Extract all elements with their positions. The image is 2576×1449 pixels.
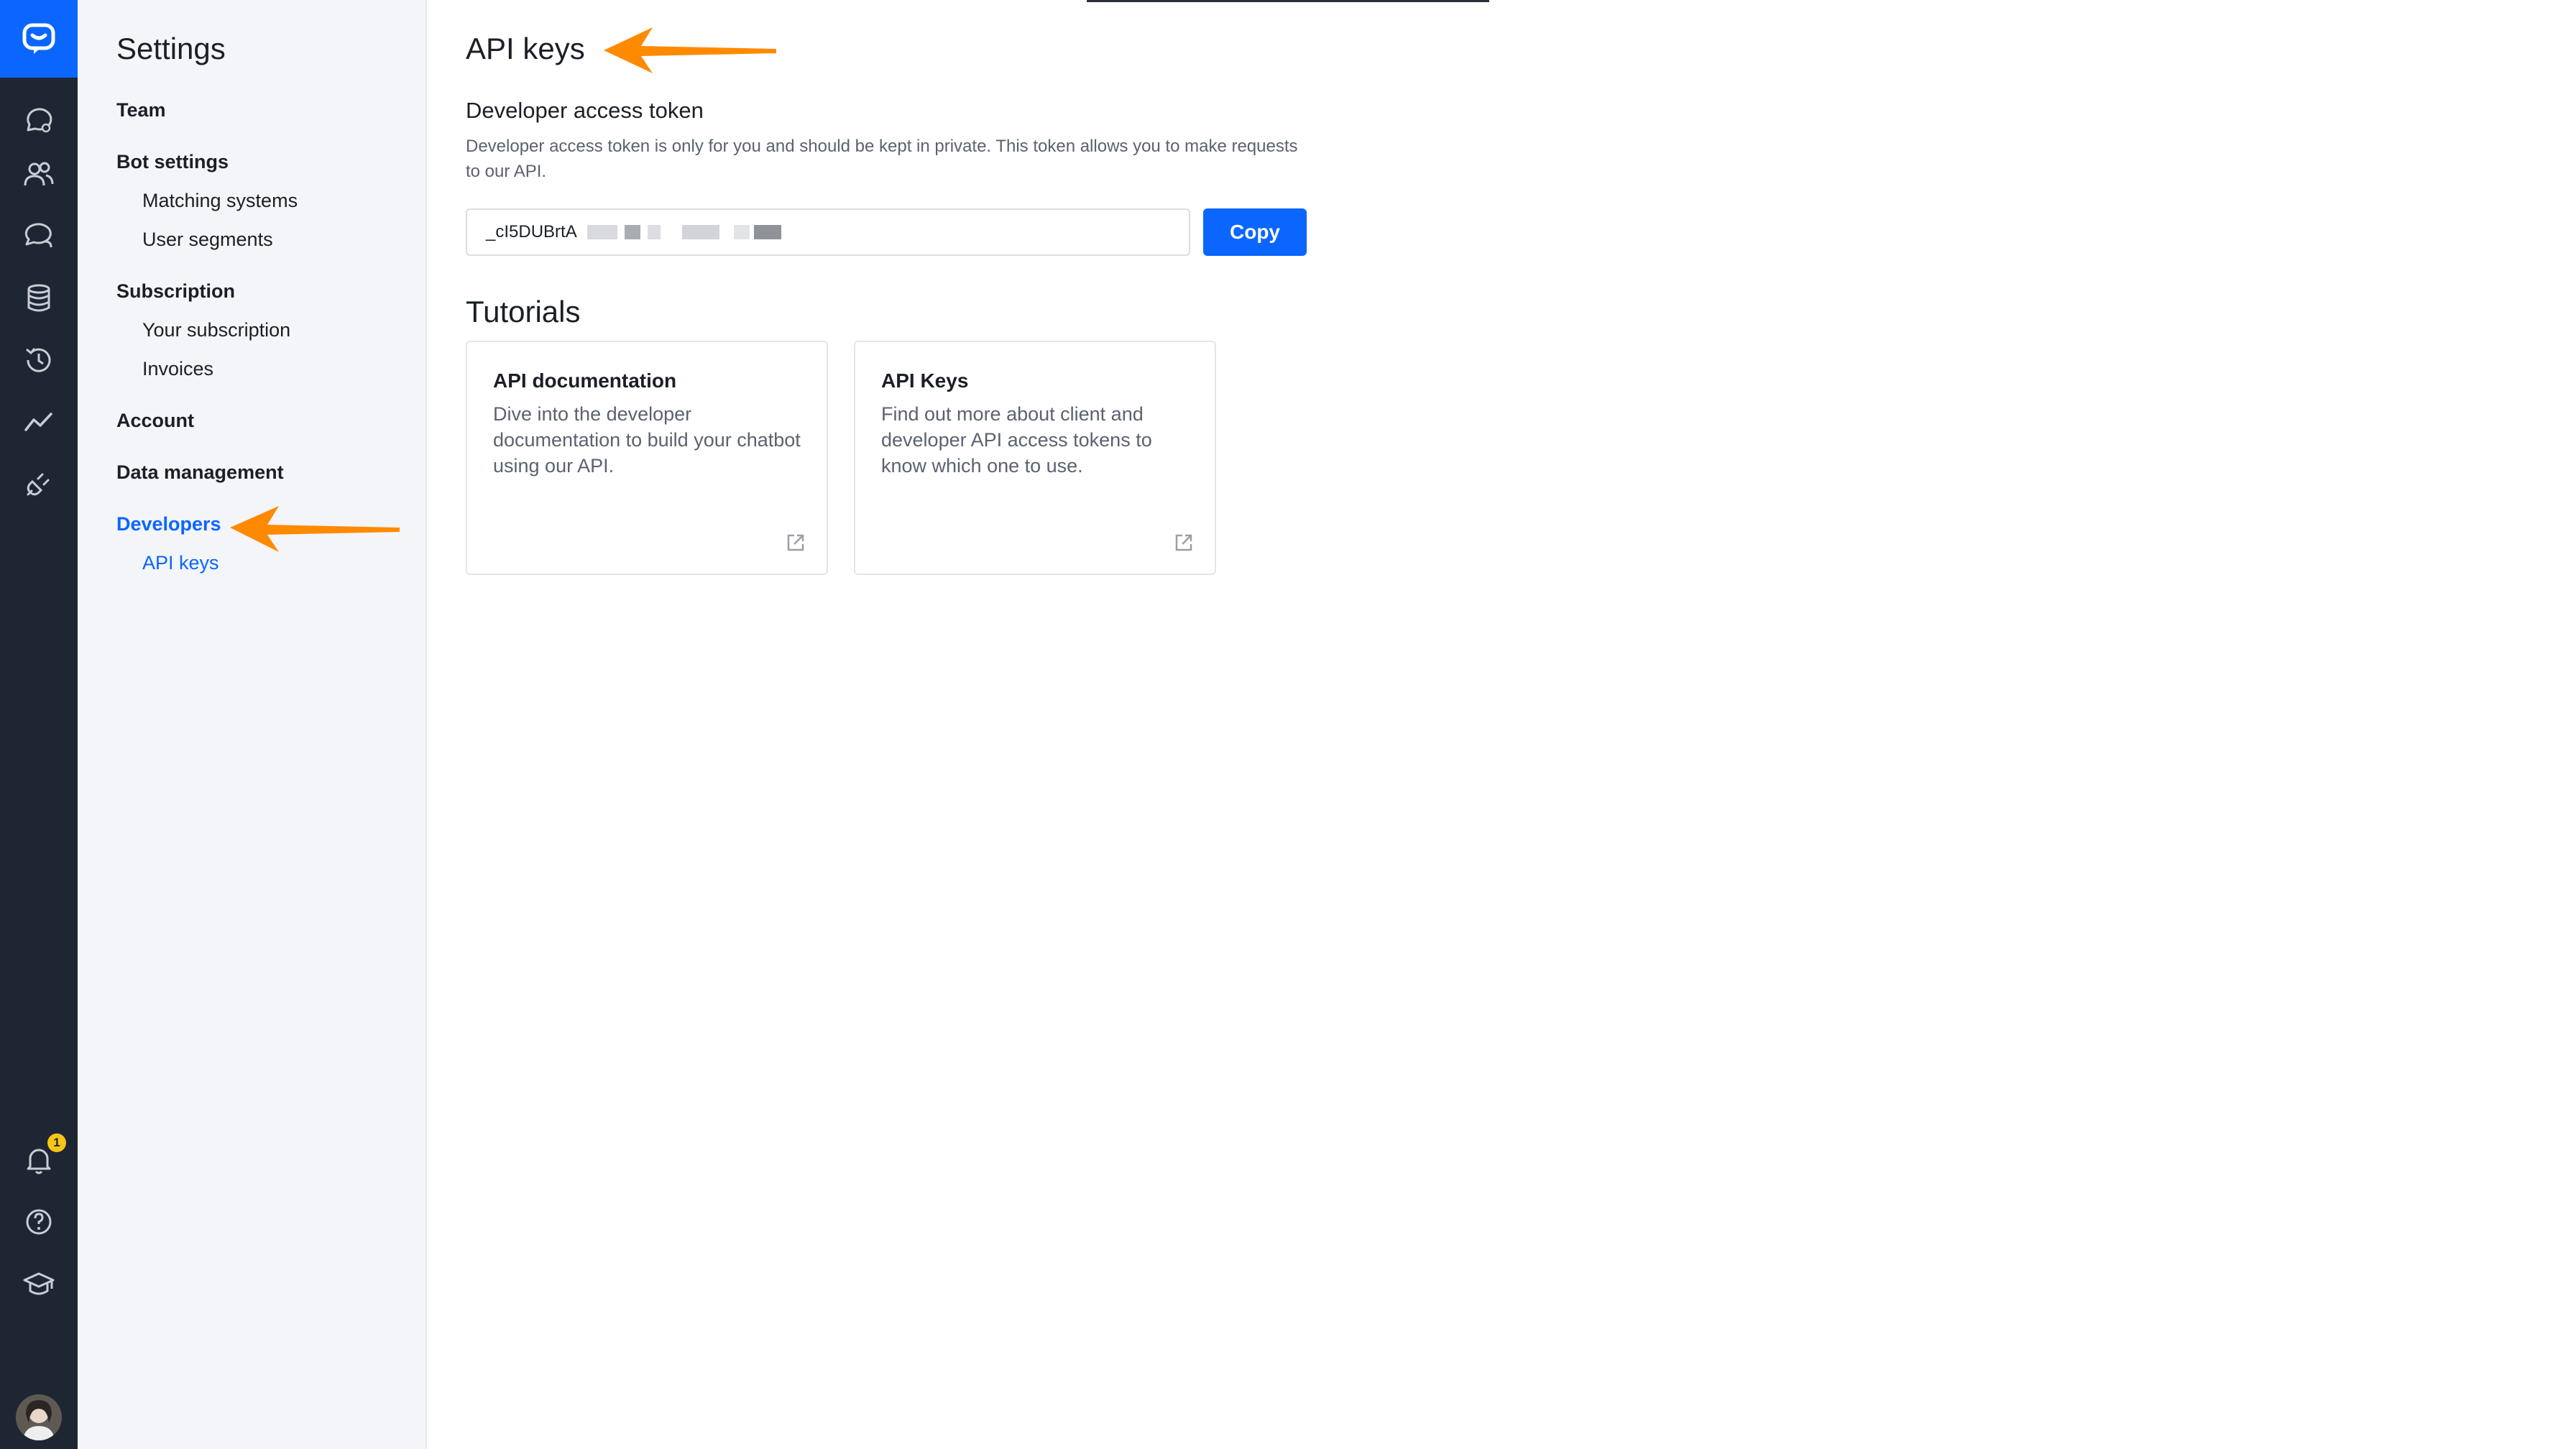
settings-title: Settings <box>116 32 226 65</box>
token-description: Developer access token is only for you a… <box>466 137 1298 181</box>
notification-badge: 1 <box>47 1133 66 1152</box>
analytics-icon[interactable] <box>0 397 78 447</box>
token-redaction <box>624 225 640 239</box>
copy-button[interactable]: Copy <box>1203 208 1307 256</box>
token-redaction <box>647 225 661 239</box>
token-redaction <box>753 225 781 239</box>
external-link-icon[interactable] <box>1173 532 1195 553</box>
nav-item-api-keys[interactable]: API keys <box>142 552 219 574</box>
card-description: Dive into the developer documentation to… <box>493 403 801 477</box>
annotation-arrow-icon <box>230 506 400 552</box>
token-redaction <box>733 225 750 239</box>
nav-item-your-subscription[interactable]: Your subscription <box>142 319 290 341</box>
tutorial-card-api-documentation[interactable]: API documentation Dive into the develope… <box>466 341 828 575</box>
nav-item-subscription[interactable]: Subscription <box>116 280 235 303</box>
users-icon[interactable] <box>0 150 78 200</box>
card-title: API documentation <box>493 369 677 392</box>
token-heading: Developer access token <box>466 98 704 123</box>
chat-logo-icon[interactable] <box>0 0 78 78</box>
token-redaction <box>586 225 617 239</box>
card-title: API Keys <box>881 369 969 392</box>
developer-token-field[interactable]: _cI5DUBrtA <box>466 208 1190 256</box>
database-icon[interactable] <box>0 273 78 323</box>
token-redaction <box>681 225 719 239</box>
external-link-icon[interactable] <box>785 532 806 553</box>
integrations-icon[interactable] <box>0 459 78 509</box>
annotation-arrow-icon <box>604 27 776 73</box>
tutorial-card-api-keys[interactable]: API Keys Find out more about client and … <box>854 341 1216 575</box>
academy-icon[interactable] <box>0 1259 78 1310</box>
help-icon[interactable] <box>0 1197 78 1247</box>
nav-item-team[interactable]: Team <box>116 99 166 121</box>
conversations-icon[interactable] <box>0 96 78 146</box>
token-value: _cI5DUBrtA <box>486 222 577 242</box>
nav-item-user-segments[interactable]: User segments <box>142 229 273 251</box>
top-divider <box>1087 0 1489 2</box>
nav-item-data-management[interactable]: Data management <box>116 461 284 484</box>
chat-bubbles-icon[interactable] <box>0 211 78 262</box>
card-description: Find out more about client and developer… <box>881 403 1152 477</box>
user-avatar[interactable] <box>16 1394 62 1440</box>
nav-item-matching-systems[interactable]: Matching systems <box>142 190 298 212</box>
page-title: API keys <box>466 32 585 65</box>
nav-item-account[interactable]: Account <box>116 410 194 432</box>
nav-item-bot-settings[interactable]: Bot settings <box>116 151 229 173</box>
nav-item-invoices[interactable]: Invoices <box>142 358 213 380</box>
settings-nav: Settings Team Bot settings Matching syst… <box>78 0 427 1449</box>
tutorials-title: Tutorials <box>466 295 581 328</box>
app-rail: 1 <box>0 0 78 1449</box>
nav-item-developers[interactable]: Developers <box>116 513 221 535</box>
history-icon[interactable] <box>0 335 78 385</box>
